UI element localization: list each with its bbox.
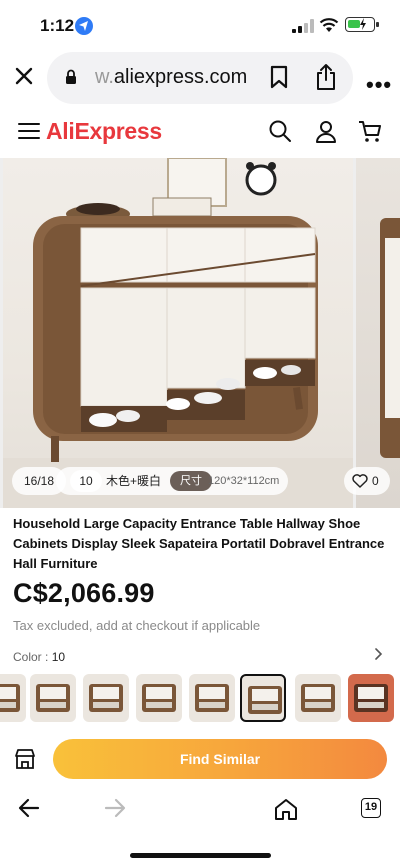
color-thumbnail[interactable]	[30, 674, 76, 722]
location-icon	[75, 17, 93, 35]
store-icon[interactable]	[13, 747, 37, 771]
tax-note: Tax excluded, add at checkout if applica…	[13, 618, 261, 633]
browser-toolbar: 19	[0, 792, 400, 832]
battery-icon	[345, 17, 379, 32]
color-thumbnail[interactable]	[189, 674, 235, 722]
sku-number: 10	[70, 470, 102, 492]
url-text: w.aliexpress.com	[95, 66, 248, 88]
status-time: 1:12	[40, 16, 75, 35]
menu-icon[interactable]	[18, 122, 40, 140]
size-tag: 尺寸	[170, 471, 212, 491]
product-price: C$2,066.99	[13, 578, 155, 608]
color-thumbnail[interactable]	[295, 674, 341, 722]
color-selector-label[interactable]: Color : 10	[13, 650, 65, 664]
find-similar-button[interactable]: Find Similar	[53, 739, 387, 779]
bookmark-icon[interactable]	[269, 65, 289, 89]
cart-icon[interactable]	[358, 119, 382, 143]
next-image-preview	[380, 218, 400, 458]
forward-icon[interactable]	[104, 798, 126, 818]
color-value: 10	[51, 650, 66, 664]
close-icon[interactable]	[12, 64, 36, 88]
wishlist-button[interactable]: 0	[344, 467, 390, 495]
address-bar[interactable]: w.aliexpress.com	[47, 52, 353, 104]
like-count: 0	[372, 474, 379, 488]
signal-icon	[292, 19, 314, 33]
shoe-cabinet-illustration	[3, 158, 353, 508]
aliexpress-logo[interactable]: AliExpress	[46, 118, 162, 145]
app-header: AliExpress	[0, 106, 400, 156]
home-icon[interactable]	[274, 798, 298, 820]
color-thumbnail[interactable]	[136, 674, 182, 722]
tabs-icon[interactable]: 19	[361, 798, 381, 818]
sku-preview-badge[interactable]: 10 木色+暖白 尺寸 120*32*112cm	[56, 467, 288, 495]
color-thumbnail-selected[interactable]	[240, 674, 286, 722]
product-title: Household Large Capacity Entrance Table …	[13, 516, 385, 571]
status-bar: 1:12	[0, 0, 400, 50]
product-gallery[interactable]: 16/18 10 木色+暖白 尺寸 120*32*112cm 0	[0, 158, 400, 508]
sku-color-text: 木色+暖白	[106, 474, 162, 488]
browser-address-row: w.aliexpress.com •••	[0, 50, 400, 106]
search-icon[interactable]	[268, 119, 292, 143]
back-icon[interactable]	[18, 798, 40, 818]
color-thumbnails	[0, 674, 400, 724]
lock-icon	[66, 69, 76, 84]
color-thumbnail[interactable]	[0, 674, 26, 722]
color-thumbnail[interactable]	[348, 674, 394, 722]
color-thumbnail[interactable]	[83, 674, 129, 722]
more-icon[interactable]: •••	[366, 72, 392, 98]
product-image[interactable]	[3, 158, 353, 508]
chevron-right-icon[interactable]	[372, 647, 384, 661]
wifi-icon	[319, 18, 339, 32]
size-value: 120*32*112cm	[208, 475, 280, 487]
account-icon[interactable]	[314, 119, 338, 143]
home-indicator	[130, 853, 271, 858]
heart-icon	[352, 474, 368, 488]
share-icon[interactable]	[315, 63, 337, 91]
